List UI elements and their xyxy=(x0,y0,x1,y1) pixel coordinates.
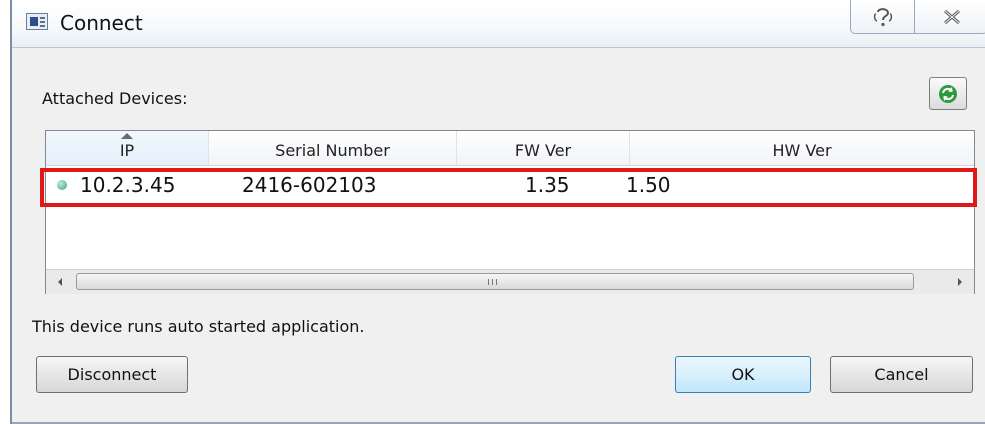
row-highlight-box xyxy=(40,168,977,207)
attached-devices-label: Attached Devices: xyxy=(42,89,188,108)
scroll-right-button[interactable] xyxy=(948,270,972,294)
dialog-body: Attached Devices: IP Serial Number FW Ve… xyxy=(12,48,985,424)
ok-button[interactable]: OK xyxy=(675,356,811,393)
column-header-ip[interactable]: IP xyxy=(46,131,209,165)
device-status-message: This device runs auto started applicatio… xyxy=(32,317,365,336)
disconnect-button[interactable]: Disconnect xyxy=(36,356,188,393)
close-button[interactable] xyxy=(915,0,985,33)
connect-dialog: Connect Attached Devices: IP Serial Numb… xyxy=(10,0,985,424)
scrollbar-thumb[interactable] xyxy=(76,273,914,290)
app-window-icon xyxy=(26,13,48,30)
help-button[interactable] xyxy=(851,0,915,33)
table-header: IP Serial Number FW Ver HW Ver xyxy=(46,131,974,166)
scroll-left-icon xyxy=(58,278,62,286)
column-header-label: FW Ver xyxy=(514,141,572,160)
column-header-fw-ver[interactable]: FW Ver xyxy=(457,131,630,165)
close-icon xyxy=(943,9,960,24)
title-bar[interactable]: Connect xyxy=(12,0,985,48)
scroll-right-icon xyxy=(958,278,962,286)
sort-ascending-icon xyxy=(121,133,133,139)
column-header-label: IP xyxy=(119,141,135,160)
scroll-left-button[interactable] xyxy=(48,270,72,294)
column-header-label: HW Ver xyxy=(772,141,832,160)
cancel-button[interactable]: Cancel xyxy=(830,356,973,393)
refresh-icon xyxy=(939,84,957,103)
horizontal-scrollbar[interactable] xyxy=(46,269,974,294)
window-title: Connect xyxy=(60,11,143,35)
title-bar-buttons xyxy=(850,0,985,34)
column-header-serial-number[interactable]: Serial Number xyxy=(209,131,457,165)
help-icon xyxy=(873,7,892,26)
devices-table: IP Serial Number FW Ver HW Ver 10.2.3.45… xyxy=(45,130,975,294)
column-header-hw-ver[interactable]: HW Ver xyxy=(630,131,974,165)
refresh-button[interactable] xyxy=(929,77,967,110)
column-header-label: Serial Number xyxy=(275,141,390,160)
